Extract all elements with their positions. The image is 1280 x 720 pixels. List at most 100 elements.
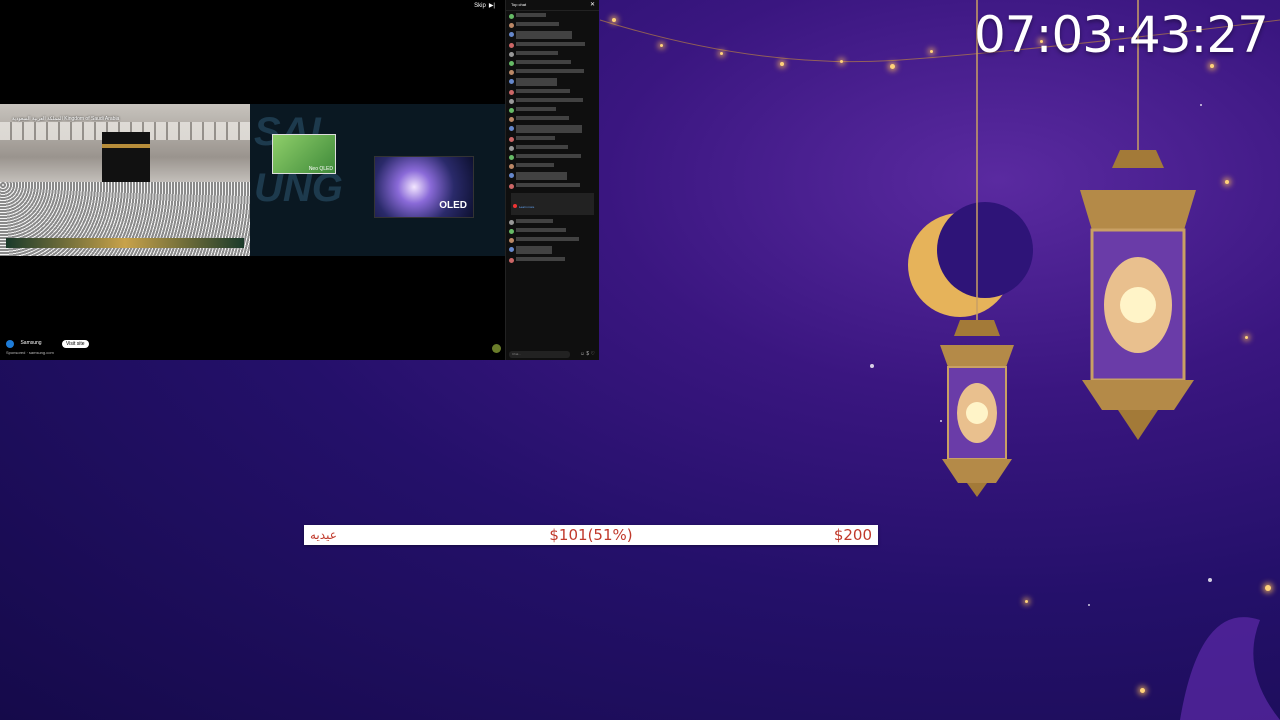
chat-message-text (516, 219, 553, 223)
chat-message-text (516, 107, 556, 111)
chat-message-text (516, 154, 581, 158)
chat-message-list[interactable]: Learn more (506, 12, 599, 348)
chat-header[interactable]: Top chat ✕ (506, 0, 599, 11)
goal-target-amount: $200 (833, 526, 872, 544)
light-sparkle (890, 64, 895, 69)
chat-message-text (516, 246, 552, 254)
avatar[interactable] (509, 32, 514, 37)
avatar[interactable] (509, 184, 514, 189)
avatar[interactable] (509, 43, 514, 48)
pinned-icon (513, 204, 517, 208)
visit-site-button[interactable]: Visit site (62, 339, 89, 348)
avatar[interactable] (509, 229, 514, 234)
chat-message (509, 136, 596, 142)
avatar[interactable] (509, 52, 514, 57)
light-sparkle (1025, 600, 1028, 603)
chat-message-text (516, 51, 558, 55)
avatar[interactable] (509, 155, 514, 160)
light-sparkle (840, 60, 843, 63)
chat-message (509, 183, 596, 189)
avatar[interactable] (509, 238, 514, 243)
avatar[interactable] (509, 117, 514, 122)
live-chat-panel[interactable]: Top chat ✕ Learn more Chat... ☺ $ ♡ (505, 0, 599, 360)
avatar[interactable] (509, 146, 514, 151)
chat-message-text (516, 13, 546, 17)
avatar[interactable] (509, 14, 514, 19)
chat-message (509, 98, 596, 104)
avatar[interactable] (509, 164, 514, 169)
ad-tv-oled: OLED (374, 156, 474, 218)
video-frame-mecca[interactable]: المملكة العربية السعودية Kingdom of Saud… (0, 104, 250, 256)
chat-message-text (516, 257, 565, 261)
chat-message-text (516, 237, 579, 241)
chat-message (509, 22, 596, 28)
skip-next-icon: ▶| (488, 3, 495, 9)
chat-message (509, 228, 596, 234)
crescent-moon-icon (908, 202, 1033, 317)
learn-more-link[interactable]: Learn more (519, 205, 534, 209)
donation-goal-bar: عيديه $101(51%) $200 (304, 525, 878, 545)
pinned-message[interactable]: Learn more (511, 193, 594, 215)
ad-info-icon[interactable] (492, 344, 501, 353)
close-icon[interactable]: ✕ (590, 0, 595, 10)
avatar[interactable] (509, 70, 514, 75)
light-sparkle (930, 50, 933, 53)
chat-message (509, 237, 596, 243)
samsung-logo-icon (6, 339, 14, 348)
chat-message (509, 60, 596, 66)
avatar[interactable] (509, 126, 514, 131)
chat-message (509, 257, 596, 263)
avatar[interactable] (509, 61, 514, 66)
chat-message (509, 31, 596, 39)
chat-message-text (516, 228, 566, 232)
chat-message (509, 154, 596, 160)
chat-message (509, 246, 596, 254)
chat-message-text (516, 42, 585, 46)
avatar[interactable] (509, 90, 514, 95)
light-sparkle (1245, 336, 1248, 339)
skip-ad-button[interactable]: Skip ▶| (471, 2, 495, 9)
chat-message-text (516, 98, 583, 102)
chat-input[interactable]: Chat... (509, 351, 570, 358)
chat-message (509, 107, 596, 113)
chat-message-text (516, 183, 580, 187)
star-dot (870, 364, 874, 368)
star-dot (1088, 604, 1090, 606)
ad-frame[interactable]: SAI UNG Neo QLED OLED (250, 104, 505, 256)
chat-message (509, 42, 596, 48)
chat-message-text (516, 89, 570, 93)
goal-title: عيديه (310, 528, 337, 542)
chat-message (509, 116, 596, 122)
star-dot (1200, 104, 1202, 106)
kaaba-image (102, 132, 150, 184)
light-sparkle (1140, 688, 1145, 693)
chat-message-text (516, 60, 571, 64)
avatar[interactable] (509, 23, 514, 28)
avatar[interactable] (509, 258, 514, 263)
light-sparkle (612, 18, 616, 22)
tv-qled-label: Neo QLED (308, 166, 333, 172)
avatar[interactable] (509, 220, 514, 225)
chat-message (509, 145, 596, 151)
avatar[interactable] (509, 173, 514, 178)
chat-message-text (516, 22, 559, 26)
skip-label: Skip (474, 3, 486, 9)
chat-actions[interactable]: ☺ $ ♡ (580, 351, 595, 357)
video-player[interactable]: Skip ▶| المملكة العربية السعودية Kingdom … (0, 0, 505, 360)
avatar[interactable] (509, 247, 514, 252)
ad-brand-name: Samsung (20, 340, 42, 347)
lower-third-banner (6, 238, 244, 248)
chat-message-text (516, 78, 557, 86)
avatar[interactable] (509, 108, 514, 113)
chat-message-text (516, 145, 568, 149)
avatar[interactable] (509, 137, 514, 142)
channel-watermark: المملكة العربية السعودية Kingdom of Saud… (12, 116, 120, 122)
star-dot (1208, 578, 1212, 582)
avatar[interactable] (509, 99, 514, 104)
countdown-clock: 07:03:43:27 (973, 6, 1269, 64)
avatar[interactable] (509, 79, 514, 84)
chat-mode-label[interactable]: Top chat (511, 2, 526, 7)
chat-message-text (516, 69, 584, 73)
chat-message (509, 219, 596, 225)
tv-oled-label: OLED (439, 200, 467, 211)
